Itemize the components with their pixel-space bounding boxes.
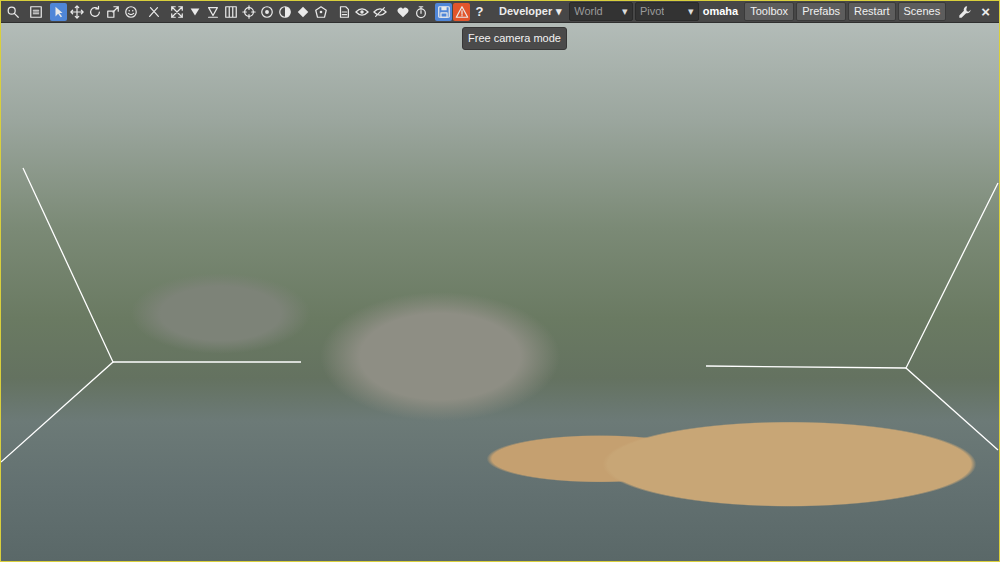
select-arrow-button[interactable]	[50, 3, 67, 21]
drop-outline-icon	[206, 5, 220, 19]
save-button[interactable]	[435, 3, 452, 21]
cut-button[interactable]	[145, 3, 162, 21]
half-circle-icon	[278, 5, 292, 19]
eye-icon	[355, 5, 369, 19]
transform-icon	[170, 5, 184, 19]
move-button[interactable]	[68, 3, 85, 21]
document-button[interactable]	[335, 3, 352, 21]
target-icon	[260, 5, 274, 19]
split-button[interactable]	[222, 3, 239, 21]
editor-window: ?Developer▾World▾Pivot▾omahaToolboxPrefa…	[0, 0, 1000, 562]
transform-button[interactable]	[168, 3, 185, 21]
scenes-button[interactable]: Scenes	[898, 2, 947, 21]
world-select-arrow-icon: ▾	[622, 4, 628, 19]
toolbox-button[interactable]: Toolbox	[744, 2, 794, 21]
document-icon	[337, 5, 351, 19]
eye-hidden-button[interactable]	[371, 3, 388, 21]
tooltip: Free camera mode	[462, 27, 567, 50]
smiley-button[interactable]	[122, 3, 139, 21]
drop-icon	[188, 5, 202, 19]
wrench-icon[interactable]	[956, 3, 973, 21]
crosshair-button[interactable]	[240, 3, 257, 21]
shape-button[interactable]	[312, 3, 329, 21]
help-button[interactable]: ?	[471, 3, 488, 21]
warning-button[interactable]	[453, 3, 470, 21]
project-name: omaha	[703, 3, 738, 20]
warning-icon	[455, 5, 469, 19]
camera-frustum-lines	[1, 23, 999, 561]
eye-hidden-icon	[373, 5, 387, 19]
select-arrow-icon	[52, 5, 66, 19]
pivot-select-value: Pivot	[640, 4, 664, 19]
heart-button[interactable]	[394, 3, 411, 21]
split-icon	[224, 5, 238, 19]
drop-button[interactable]	[186, 3, 203, 21]
close-button[interactable]: ×	[975, 4, 996, 20]
cut-icon	[147, 5, 161, 19]
smiley-icon	[124, 5, 138, 19]
rotate-button[interactable]	[86, 3, 103, 21]
scale-icon	[106, 5, 120, 19]
shape-icon	[314, 5, 328, 19]
mode-menu[interactable]: Developer▾	[494, 3, 567, 20]
world-select[interactable]: World ▾	[569, 2, 633, 21]
restart-button[interactable]: Restart	[848, 2, 895, 21]
prefabs-button[interactable]: Prefabs	[796, 2, 846, 21]
list-button[interactable]	[27, 3, 44, 21]
list-icon	[29, 5, 43, 19]
diamond-icon	[296, 5, 310, 19]
search-icon	[6, 5, 20, 19]
scale-button[interactable]	[104, 3, 121, 21]
save-icon	[437, 5, 451, 19]
diamond-button[interactable]	[294, 3, 311, 21]
move-icon	[70, 5, 84, 19]
mode-label: Developer	[499, 3, 552, 20]
world-select-value: World	[574, 4, 603, 19]
eye-button[interactable]	[353, 3, 370, 21]
drop-outline-button[interactable]	[204, 3, 221, 21]
stopwatch-button[interactable]	[412, 3, 429, 21]
tool-group: ?	[4, 3, 488, 21]
crosshair-icon	[242, 5, 256, 19]
pivot-select-arrow-icon: ▾	[688, 4, 694, 19]
search-button[interactable]	[4, 3, 21, 21]
pivot-select[interactable]: Pivot ▾	[635, 2, 699, 21]
heart-icon	[396, 5, 410, 19]
half-circle-button[interactable]	[276, 3, 293, 21]
viewport[interactable]: Free camera mode	[1, 23, 999, 561]
target-button[interactable]	[258, 3, 275, 21]
stopwatch-icon	[414, 5, 428, 19]
toolbar: ?Developer▾World▾Pivot▾omahaToolboxPrefa…	[1, 1, 999, 23]
rotate-icon	[88, 5, 102, 19]
mode-arrow-icon: ▾	[556, 3, 562, 20]
